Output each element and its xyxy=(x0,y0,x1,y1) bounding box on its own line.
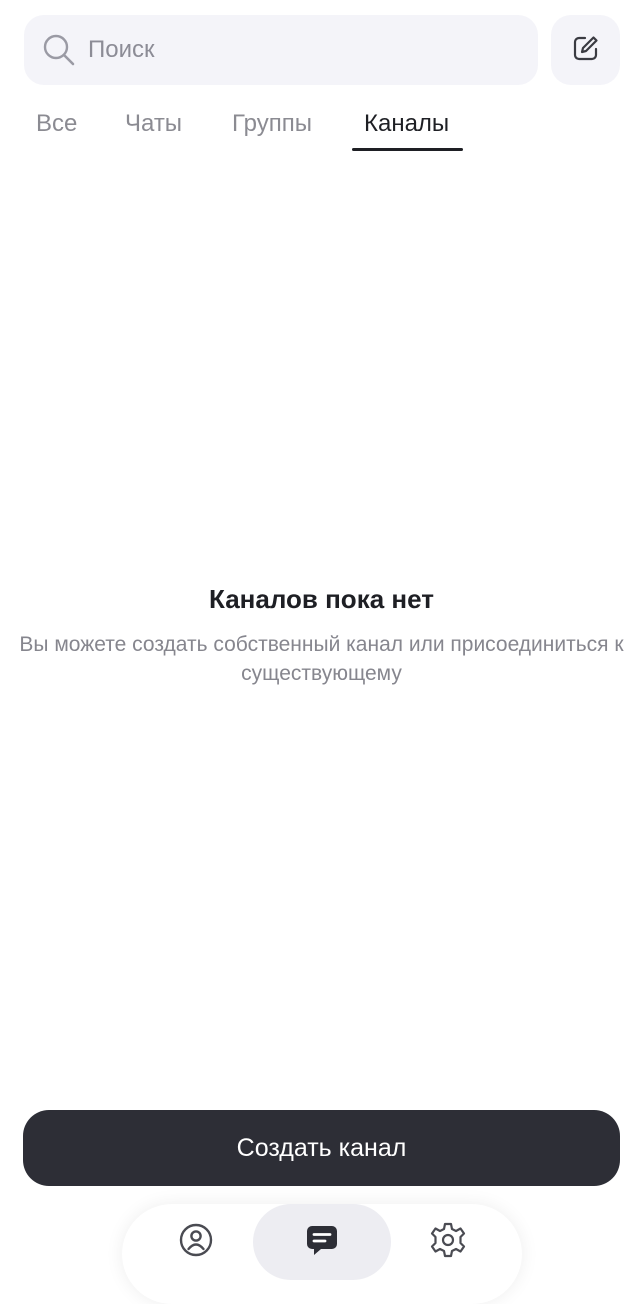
empty-state-description: Вы можете создать собственный канал или … xyxy=(0,630,643,688)
tab-chats[interactable]: Чаты xyxy=(125,110,182,138)
nav-profile[interactable] xyxy=(156,1204,236,1280)
search-input[interactable] xyxy=(88,30,488,70)
gear-icon xyxy=(429,1221,467,1264)
create-channel-button-label: Создать канал xyxy=(236,1133,407,1162)
tab-channels[interactable]: Каналы xyxy=(364,110,449,138)
empty-state-description-line-1: Вы можете создать собственный канал или … xyxy=(19,633,624,656)
search-field[interactable] xyxy=(24,15,538,85)
profile-icon xyxy=(178,1222,214,1263)
nav-chats[interactable] xyxy=(253,1204,391,1280)
empty-state-title: Каналов пока нет xyxy=(209,584,434,614)
nav-settings[interactable] xyxy=(408,1204,488,1280)
chat-icon xyxy=(304,1222,340,1263)
empty-state-description-line-2: существующему xyxy=(241,662,402,685)
compose-button[interactable] xyxy=(551,15,620,85)
tab-groups[interactable]: Группы xyxy=(232,110,312,138)
filter-tabs: Все Чаты Группы Каналы xyxy=(0,100,643,152)
bottom-nav xyxy=(122,1204,522,1304)
create-channel-button[interactable]: Создать канал xyxy=(23,1110,620,1186)
tab-all[interactable]: Все xyxy=(36,110,77,138)
search-icon xyxy=(42,33,76,67)
active-tab-indicator xyxy=(352,148,463,151)
edit-icon xyxy=(572,34,600,67)
